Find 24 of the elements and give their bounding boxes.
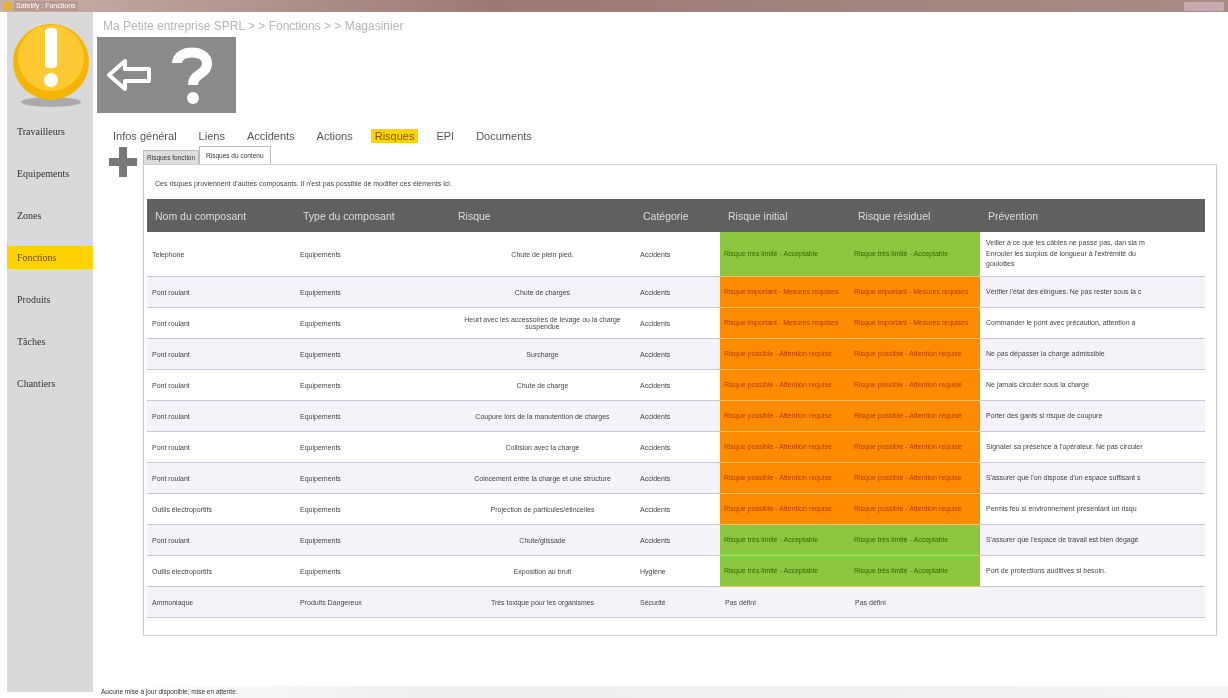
tab[interactable]: EPI [432,129,459,143]
column-header: Prévention [980,199,1205,232]
tab[interactable]: Documents [472,129,536,143]
add-plus-icon[interactable] [109,145,137,179]
sidebar-item[interactable]: Equipements [7,162,93,185]
column-header: Catégorie [635,199,720,232]
column-header: Risque résiduel [850,199,980,232]
sidebar-item[interactable]: Tâches [7,330,93,353]
column-header: Risque initial [720,199,850,232]
sidebar-item[interactable]: Chantiers [7,372,93,395]
breadcrumb: Ma Petite entreprise SPRL > > Fonctions > > Magasinier [102,18,405,35]
sidebar-item[interactable]: Fonctions [7,246,93,269]
sidebar-item[interactable]: Travailleurs [7,120,93,143]
tab[interactable]: Infos général [109,129,181,143]
column-header: Type du composant [295,199,450,232]
sidebar-item[interactable]: Zones [7,204,93,227]
column-header: Risque [450,199,635,232]
tab[interactable]: Actions [312,129,357,143]
tab[interactable]: Liens [194,129,229,143]
app-icon [4,2,11,10]
tab[interactable]: Risques [370,129,419,143]
tab[interactable]: Accidents [242,129,299,143]
sidebar-item[interactable]: Produits [7,288,93,311]
column-header: Nom du composant [147,199,295,232]
